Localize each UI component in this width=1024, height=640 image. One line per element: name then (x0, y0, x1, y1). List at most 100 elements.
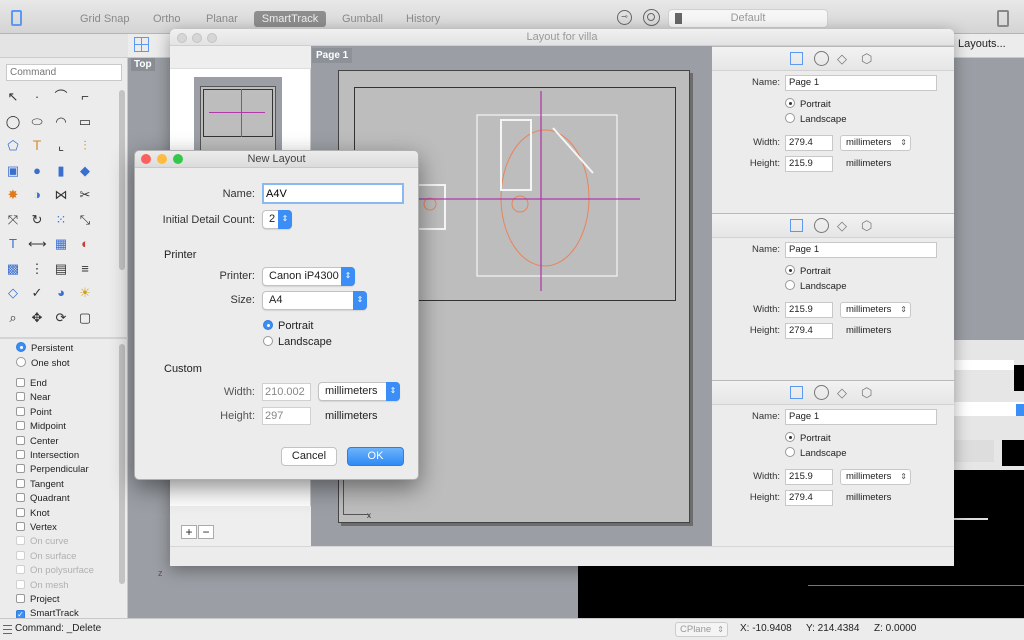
surface-tools-icon[interactable]: ◇ (4, 284, 22, 302)
fillet-icon[interactable]: ⌞ (52, 137, 70, 155)
objects-icon[interactable]: ⬡ (861, 51, 872, 67)
page-units-select[interactable]: millimeters ⇕ (840, 135, 911, 151)
cplane-select[interactable]: CPlane ⇕ (675, 622, 728, 637)
display-icon[interactable] (814, 385, 829, 400)
custom-width-input[interactable] (262, 383, 311, 401)
layer-icon[interactable]: ≡ (76, 260, 94, 278)
page-width-input[interactable]: 215.9 (785, 469, 833, 485)
snapshot-icon[interactable]: ▢ (76, 309, 94, 327)
command-history-icon[interactable] (3, 625, 12, 634)
osnap-knot[interactable]: Knot (16, 507, 50, 521)
page-height-input[interactable]: 215.9 (785, 156, 833, 172)
page-name-input[interactable]: Page 1 (785, 75, 937, 91)
close-button[interactable] (177, 33, 187, 43)
cancel-button[interactable]: Cancel (281, 447, 337, 466)
minimize-button[interactable] (192, 33, 202, 43)
osnap-perpendicular[interactable]: Perpendicular (16, 463, 89, 477)
ellipse-icon[interactable]: ⬭ (28, 113, 46, 131)
grid-array-icon[interactable]: ⋮ (28, 260, 46, 278)
portrait-radio[interactable]: Portrait (263, 320, 313, 332)
page-units-select[interactable]: millimeters ⇕ (840, 302, 911, 318)
detail-count-stepper[interactable]: 2 ⇕ (262, 210, 292, 229)
page-units-select[interactable]: millimeters ⇕ (840, 469, 911, 485)
page-name-input[interactable]: Page 1 (785, 409, 937, 425)
page-icon[interactable] (790, 52, 803, 65)
zoom-button[interactable] (207, 33, 217, 43)
display-mode-field[interactable]: Default (668, 9, 828, 28)
osnap-tangent[interactable]: Tangent (16, 478, 64, 492)
sphere-icon[interactable]: ● (28, 162, 46, 180)
sidebar-toggle-icon[interactable] (11, 10, 22, 26)
layers-icon[interactable]: ◇ (837, 218, 847, 234)
osnap-vertex[interactable]: Vertex (16, 521, 57, 535)
layers-icon[interactable]: ◇ (837, 385, 847, 401)
osnap-near[interactable]: Near (16, 391, 51, 405)
page-name-input[interactable]: Page 1 (785, 242, 937, 258)
osnap-mode-one-shot[interactable]: One shot (16, 357, 70, 371)
display-icon[interactable] (814, 218, 829, 233)
dialog-minimize-button[interactable] (157, 154, 167, 164)
custom-height-input[interactable] (262, 407, 311, 425)
page-height-input[interactable]: 279.4 (785, 490, 833, 506)
display-icon[interactable] (814, 51, 829, 66)
layout-name-input[interactable] (262, 183, 404, 204)
polyline-icon[interactable]: ⌒ (52, 88, 70, 106)
viewport-label-top[interactable]: Top (131, 58, 155, 71)
objects-icon[interactable]: ⬡ (861, 218, 872, 234)
dialog-close-button[interactable] (141, 154, 151, 164)
history-toggle[interactable]: History (401, 11, 445, 27)
render-icon[interactable]: ◕ (52, 284, 70, 302)
objects-icon[interactable]: ⬡ (861, 385, 872, 401)
right-panel-toggle-icon[interactable] (997, 10, 1009, 27)
grid-snap-toggle[interactable]: Grid Snap (75, 11, 135, 27)
dimension-icon[interactable]: ⟷ (28, 235, 47, 253)
panel-divider[interactable] (0, 337, 128, 339)
record-history-icon[interactable]: ⊸ (617, 10, 632, 25)
add-page-button[interactable]: + (181, 525, 197, 539)
osnap-mode-persistent[interactable]: Persistent (16, 342, 73, 356)
perspective-viewport[interactable] (578, 565, 1024, 618)
custom-units-select[interactable]: millimeters ⇕ (318, 382, 400, 401)
size-select[interactable]: A4 ⇕ (262, 291, 367, 310)
offset-icon[interactable]: ⫶ (76, 137, 94, 155)
landscape-radio[interactable]: Landscape (785, 447, 846, 459)
box-icon[interactable]: ▣ (4, 162, 22, 180)
transform-icon[interactable]: ⤧ (4, 211, 22, 229)
gumball-toggle[interactable]: Gumball (337, 11, 388, 27)
scale-icon[interactable]: ⤡ (76, 211, 94, 229)
split-icon[interactable]: ✂ (76, 186, 94, 204)
check-icon[interactable]: ✓ (28, 284, 46, 302)
point-icon[interactable]: · (28, 88, 46, 106)
osnap-quadrant[interactable]: Quadrant (16, 492, 70, 506)
polygon-icon[interactable]: ⬠ (4, 137, 22, 155)
surface-icon[interactable]: ◆ (76, 162, 94, 180)
light-icon[interactable]: ☀ (76, 284, 94, 302)
select-arrow-icon[interactable]: ↖ (4, 88, 22, 106)
ok-button[interactable]: OK (347, 447, 404, 466)
pan-icon[interactable]: ✥ (28, 309, 46, 327)
osnap-midpoint[interactable]: Midpoint (16, 420, 66, 434)
landscape-radio[interactable]: Landscape (785, 280, 846, 292)
rectangle-icon[interactable]: ▭ (76, 113, 94, 131)
osnap-end[interactable]: End (16, 377, 47, 391)
page-width-input[interactable]: 279.4 (785, 135, 833, 151)
page-width-input[interactable]: 215.9 (785, 302, 833, 318)
layouts-button[interactable]: Layouts... (958, 38, 1006, 50)
cylinder-icon[interactable]: ▮ (52, 162, 70, 180)
dialog-zoom-button[interactable] (173, 154, 183, 164)
layers-icon[interactable]: ◇ (837, 51, 847, 67)
landscape-radio[interactable]: Landscape (263, 336, 332, 348)
explode-icon[interactable]: ✸ (4, 186, 22, 204)
osnap-center[interactable]: Center (16, 435, 59, 449)
text-icon[interactable]: T (4, 235, 22, 253)
zoom-icon[interactable]: ⌕ (4, 309, 22, 327)
osnap-scrollbar[interactable] (119, 344, 125, 584)
command-input[interactable] (6, 64, 122, 81)
osnap-icon[interactable] (643, 9, 660, 26)
page-icon[interactable] (790, 386, 803, 399)
stepper-arrows-icon[interactable]: ⇕ (278, 210, 292, 229)
array-icon[interactable]: ⁙ (52, 211, 70, 229)
osnap-project[interactable]: Project (16, 593, 60, 607)
smarttrack-toggle[interactable]: SmartTrack (254, 11, 326, 27)
palette-scrollbar[interactable] (119, 90, 125, 270)
